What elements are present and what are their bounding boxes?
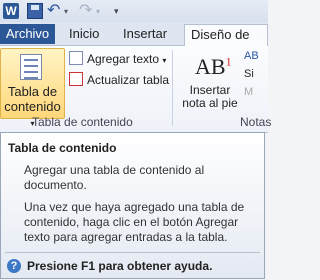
toc-label-line1: Tabla de: [7, 84, 58, 99]
redo-icon[interactable]: ↷: [79, 0, 92, 20]
group-label-toc: Tabla de contenido: [32, 115, 133, 129]
tab-inicio[interactable]: Inicio: [69, 24, 99, 44]
tab-insertar[interactable]: Insertar: [123, 24, 167, 44]
insert-endnote-button[interactable]: AB: [244, 50, 259, 62]
tooltip-description: Agregar una tabla de contenido al docume…: [24, 163, 205, 192]
tooltip: Tabla de contenido Agregar una tabla de …: [0, 132, 265, 279]
quick-access-toolbar: W ↶ ▾ ↷ ▾ ▾: [0, 0, 268, 22]
chevron-down-icon: ▾: [162, 56, 167, 65]
tooltip-divider: [5, 252, 260, 253]
group-separator: [172, 50, 173, 126]
tooltip-details: Una vez que haya agregado una tabla de c…: [24, 200, 245, 244]
next-footnote-button[interactable]: Si: [244, 68, 254, 80]
insert-footnote-button[interactable]: Insertar nota al pie: [180, 84, 240, 110]
ribbon: Tabla de contenido ▾ Agregar texto ▾ Act…: [0, 46, 272, 133]
ribbon-tabs: Archivo Inicio Insertar Diseño de pági: [0, 22, 268, 62]
update-table-button[interactable]: Actualizar tabla: [69, 72, 169, 88]
customize-toolbar-icon[interactable]: ▾: [114, 6, 119, 17]
save-icon[interactable]: [27, 3, 43, 19]
add-text-button[interactable]: Agregar texto ▾: [69, 51, 166, 67]
update-table-icon: [69, 72, 83, 86]
group-label-notes: Notas: [240, 115, 272, 129]
tooltip-title: Tabla de contenido: [8, 141, 117, 155]
show-notes-button[interactable]: M: [244, 86, 253, 98]
table-of-contents-button[interactable]: Tabla de contenido ▾: [0, 48, 65, 128]
help-icon: ?: [7, 259, 21, 273]
word-logo-icon[interactable]: W: [3, 3, 19, 19]
insert-footnote-icon[interactable]: AB1: [195, 54, 232, 80]
tab-archivo[interactable]: Archivo: [0, 24, 55, 44]
table-of-contents-icon: [20, 54, 42, 80]
undo-dropdown-icon[interactable]: ▾: [64, 7, 68, 16]
help-hint: Presione F1 para obtener ayuda.: [27, 259, 213, 273]
tab-diseno-pagina[interactable]: Diseño de pági: [184, 24, 268, 62]
undo-icon[interactable]: ↶: [47, 0, 60, 20]
add-text-icon: [69, 51, 83, 65]
redo-dropdown-icon[interactable]: ▾: [96, 7, 100, 16]
